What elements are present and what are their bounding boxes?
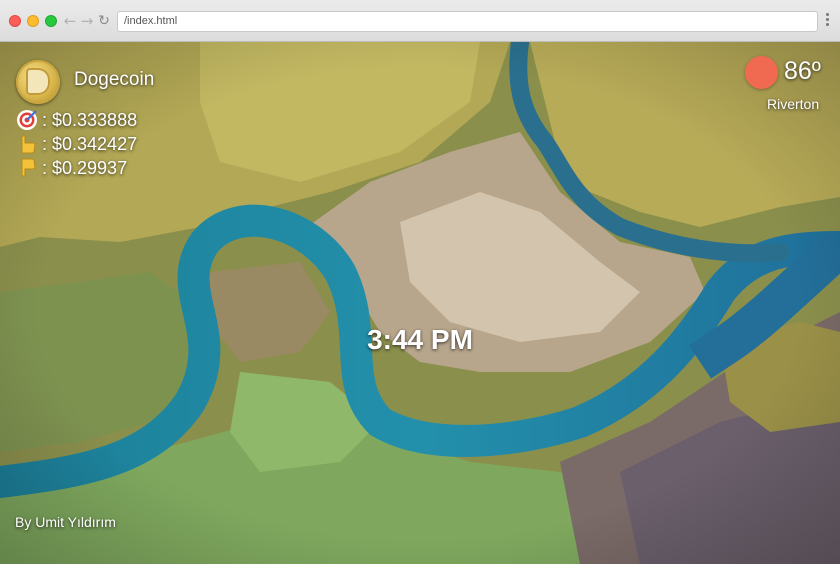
browser-menu-icon[interactable] xyxy=(826,13,830,29)
target-icon xyxy=(17,110,37,130)
maximize-window-button[interactable] xyxy=(45,15,57,27)
new-tab-page: Dogecoin : $0.333888 : $0.342427 : $0.29… xyxy=(0,42,840,564)
weather-city: Riverton xyxy=(767,96,820,112)
low-price: : $0.29937 xyxy=(42,158,128,178)
close-window-button[interactable] xyxy=(9,15,21,27)
address-bar[interactable]: /index.html xyxy=(117,11,818,32)
sun-icon xyxy=(745,56,778,89)
high-price: : $0.342427 xyxy=(42,134,138,154)
minimize-window-button[interactable] xyxy=(27,15,39,27)
browser-toolbar: ← → ↻ /index.html xyxy=(0,0,840,42)
reload-icon[interactable]: ↻ xyxy=(96,12,112,30)
dogecoin-logo-icon xyxy=(16,60,60,104)
forward-arrow-icon[interactable]: → xyxy=(79,12,95,30)
thumbs-down-icon xyxy=(21,158,36,177)
thumbs-up-icon xyxy=(21,135,36,154)
clock-time: 3:44 PM xyxy=(367,324,473,355)
photo-credit: By Umit Yıldırım xyxy=(15,514,116,530)
coin-name: Dogecoin xyxy=(74,69,155,90)
temperature: 86º xyxy=(784,57,821,85)
current-price: : $0.333888 xyxy=(42,110,138,130)
back-arrow-icon[interactable]: ← xyxy=(62,12,78,30)
